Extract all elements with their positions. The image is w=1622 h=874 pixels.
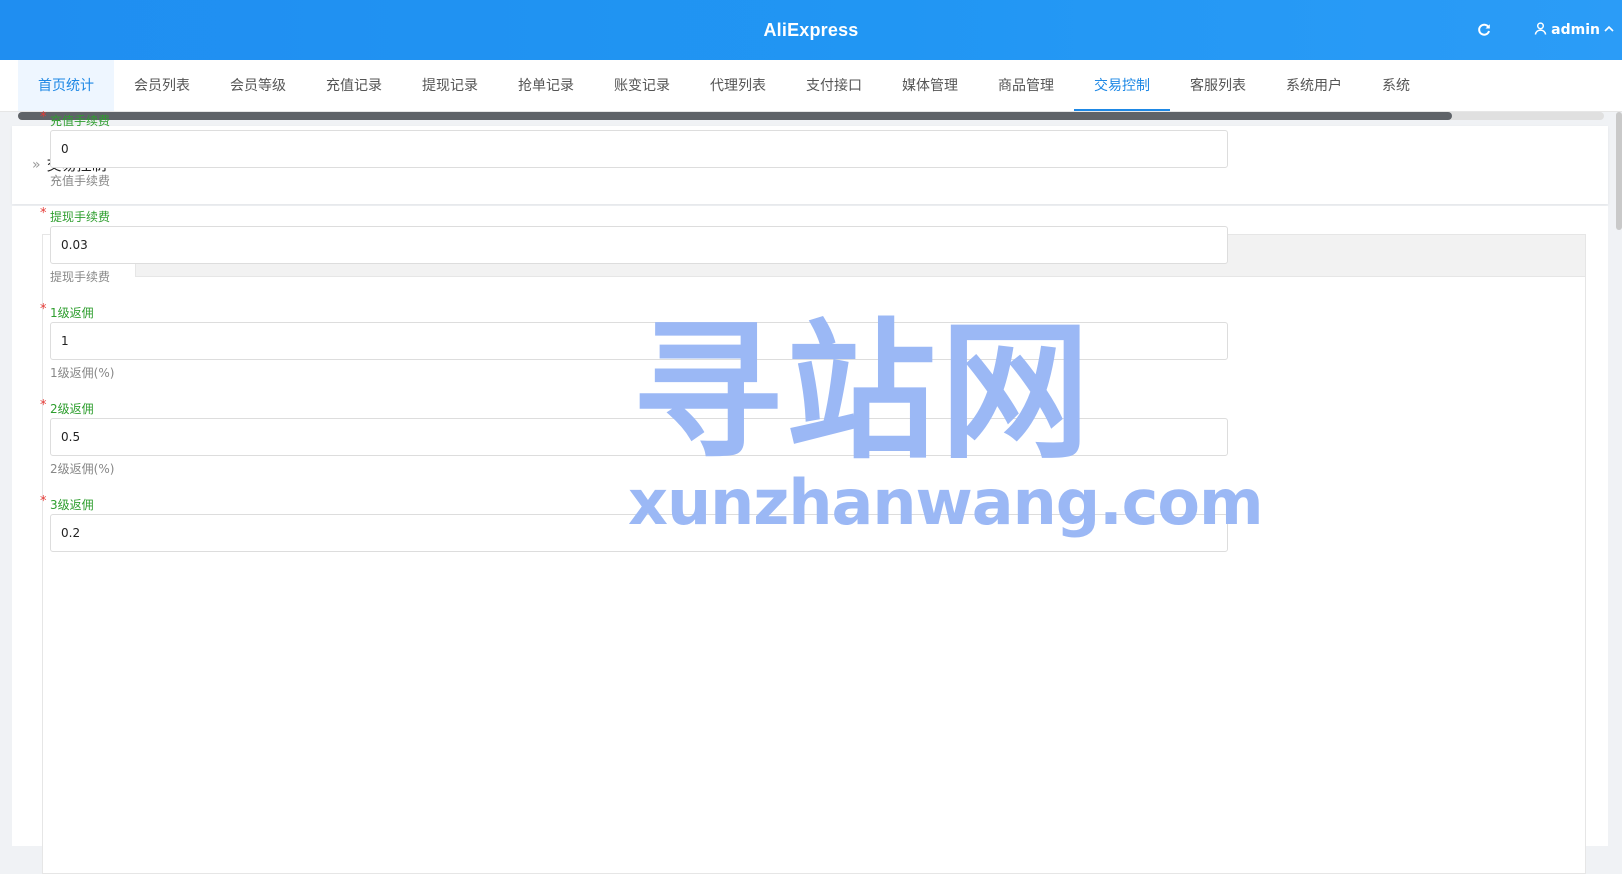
nav-item-1[interactable]: 会员列表 — [114, 60, 210, 111]
settings-form: *充值手续费充值手续费*提现手续费提现手续费*1级返佣1级返佣(%)*2级返佣2… — [40, 110, 1240, 570]
field-hint: 1级返佣(%) — [50, 366, 115, 380]
nav-item-9[interactable]: 媒体管理 — [882, 60, 978, 111]
user-menu[interactable]: admin — [1534, 21, 1614, 39]
required-mark: * — [40, 206, 47, 221]
field-label-text: 1级返佣 — [50, 306, 94, 320]
nav-item-13[interactable]: 系统用户 — [1266, 60, 1362, 111]
field-label: * 3级返佣 — [40, 494, 1240, 514]
user-name: admin — [1551, 22, 1600, 38]
required-mark: * — [40, 110, 47, 125]
top-header: AliExpress admin — [0, 0, 1622, 60]
user-icon — [1534, 21, 1547, 39]
field-input[interactable] — [50, 322, 1228, 360]
refresh-icon[interactable] — [1476, 22, 1492, 38]
nav-items: 首页统计 会员列表 会员等级 充值记录 提现记录 抢单记录 账变记录 代理列表 支付接口 媒体管理… — [18, 60, 1430, 111]
field-label-text: 提现手续费 — [50, 210, 111, 224]
field-hint: 充值手续费 — [50, 174, 111, 188]
field-label-text: 2级返佣 — [50, 402, 94, 416]
field-label-text: 3级返佣 — [50, 498, 94, 512]
field-label: * 2级返佣 — [40, 398, 1240, 418]
nav-item-8[interactable]: 支付接口 — [786, 60, 882, 111]
nav-item-0[interactable]: 首页统计 — [18, 60, 114, 111]
form-field: *充值手续费充值手续费 — [40, 110, 1240, 190]
field-hint: 提现手续费 — [50, 270, 111, 284]
field-input[interactable] — [50, 418, 1228, 456]
nav-item-12[interactable]: 客服列表 — [1170, 60, 1266, 111]
form-field: *1级返佣 1级返佣(%) — [40, 302, 1240, 382]
form-field: *提现手续费提现手续费 — [40, 206, 1240, 286]
chevron-up-icon — [1604, 22, 1614, 38]
field-input[interactable] — [50, 130, 1228, 168]
nav-item-14[interactable]: 系统 — [1362, 60, 1430, 111]
nav-item-4[interactable]: 提现记录 — [402, 60, 498, 111]
field-hint: 2级返佣(%) — [50, 462, 115, 476]
app-title: AliExpress — [763, 19, 859, 40]
header-actions: admin — [1476, 0, 1614, 60]
field-label: * 提现手续费 — [40, 206, 1240, 226]
field-input[interactable] — [50, 226, 1228, 264]
field-input[interactable] — [50, 514, 1228, 552]
nav-item-3[interactable]: 充值记录 — [306, 60, 402, 111]
field-label: * 1级返佣 — [40, 302, 1240, 322]
field-label-text: 充值手续费 — [50, 114, 111, 128]
form-field: * 3级返佣 — [40, 494, 1240, 552]
nav-item-2[interactable]: 会员等级 — [210, 60, 306, 111]
nav-item-7[interactable]: 代理列表 — [690, 60, 786, 111]
nav-item-5[interactable]: 抢单记录 — [498, 60, 594, 111]
form-field: *2级返佣 2级返佣(%) — [40, 398, 1240, 478]
top-nav: 首页统计 会员列表 会员等级 充值记录 提现记录 抢单记录 账变记录 代理列表 支付接口 媒体管理… — [0, 60, 1622, 112]
field-label: * 充值手续费 — [40, 110, 1240, 130]
required-mark: * — [40, 494, 47, 509]
required-mark: * — [40, 302, 47, 317]
page-scrollbar[interactable] — [1616, 112, 1622, 230]
nav-item-6[interactable]: 账变记录 — [594, 60, 690, 111]
required-mark: * — [40, 398, 47, 413]
nav-item-10[interactable]: 商品管理 — [978, 60, 1074, 111]
nav-item-11[interactable]: 交易控制 — [1074, 60, 1170, 111]
